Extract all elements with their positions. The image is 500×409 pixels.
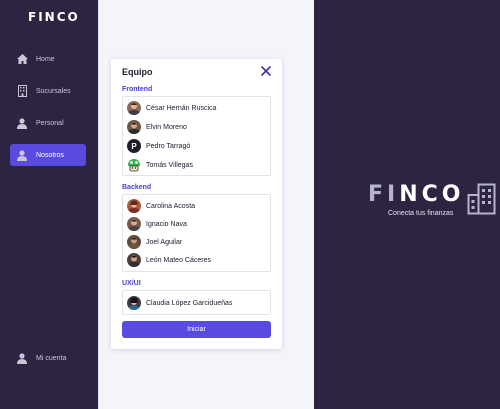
backend-list: Carolina Acosta Ignacio Nava Joel Aguila…	[122, 194, 271, 272]
member-name: Elvin Moreno	[146, 123, 187, 131]
sidebar-item-nosotros[interactable]: Nosotros	[10, 144, 86, 166]
home-icon	[16, 53, 28, 65]
sidebar-item-sucursales[interactable]: Sucursales	[10, 80, 86, 102]
sidebar-logo: FINCO	[28, 10, 80, 24]
list-item[interactable]: Tomás Villegas	[127, 157, 193, 173]
ux-ui-list: Claudia López Garcidueñas	[122, 290, 271, 315]
member-name: Claudia López Garcidueñas	[146, 299, 233, 307]
avatar	[127, 296, 141, 310]
sidebar-item-label: Sucursales	[36, 87, 71, 95]
brand-logo-fi: FI	[368, 182, 400, 207]
user-account-icon	[16, 352, 28, 364]
team-icon	[16, 149, 28, 161]
member-name: Tomás Villegas	[146, 161, 193, 169]
brand-logo: FINCO	[368, 182, 464, 207]
section-label-frontend: Frontend	[122, 86, 153, 93]
list-item[interactable]: Joel Aguilar	[127, 234, 182, 250]
avatar	[127, 253, 141, 267]
sidebar: FINCO Home Sucursales Personal Nosotros …	[0, 0, 98, 409]
sidebar-item-label: Personal	[36, 119, 64, 127]
member-name: Joel Aguilar	[146, 238, 183, 246]
modal-title: Equipo	[122, 67, 153, 77]
avatar	[127, 217, 141, 231]
sidebar-item-home[interactable]: Home	[10, 48, 86, 70]
sidebar-item-label: Mi cuenta	[36, 354, 67, 362]
avatar: P	[127, 139, 141, 153]
member-name: León Mateo Cáceres	[146, 256, 211, 264]
sidebar-item-mi-cuenta[interactable]: Mi cuenta	[10, 347, 86, 369]
avatar	[127, 235, 141, 249]
section-label-ux-ui: UX/UI	[122, 280, 141, 287]
start-button[interactable]: Iniciar	[122, 321, 271, 338]
frontend-list: César Hernán Ruscica Elvin Moreno P Pedr…	[122, 96, 271, 176]
member-name: César Hernán Ruscica	[146, 104, 217, 112]
brand-logo-rest: NCO	[399, 182, 465, 207]
avatar	[127, 120, 141, 134]
sidebar-item-label: Nosotros	[36, 151, 65, 159]
building-icon	[467, 183, 497, 215]
list-item[interactable]: César Hernán Ruscica	[127, 100, 216, 116]
sidebar-item-personal[interactable]: Personal	[10, 112, 86, 134]
sidebar-item-label: Home	[36, 55, 55, 63]
team-modal: Equipo Frontend César Hernán Ruscica Elv…	[111, 59, 282, 349]
member-name: Carolina Acosta	[146, 202, 196, 210]
branding-panel: FINCO Conecta tus finanzas	[314, 0, 500, 409]
list-item[interactable]: P Pedro Tarragó	[127, 138, 190, 154]
close-icon[interactable]	[260, 64, 272, 76]
list-item[interactable]: Carolina Acosta	[127, 198, 195, 214]
person-icon	[16, 117, 28, 129]
avatar	[127, 199, 141, 213]
member-name: Ignacio Nava	[146, 220, 187, 228]
brand-tagline: Conecta tus finanzas	[388, 210, 454, 217]
list-item[interactable]: León Mateo Cáceres	[127, 252, 211, 268]
list-item[interactable]: Elvin Moreno	[127, 119, 187, 135]
avatar	[127, 101, 141, 115]
member-name: Pedro Tarragó	[146, 142, 191, 150]
building-icon	[16, 85, 28, 97]
section-label-backend: Backend	[122, 184, 152, 191]
avatar	[127, 158, 141, 172]
list-item[interactable]: Ignacio Nava	[127, 216, 187, 232]
list-item[interactable]: Claudia López Garcidueñas	[127, 295, 232, 311]
